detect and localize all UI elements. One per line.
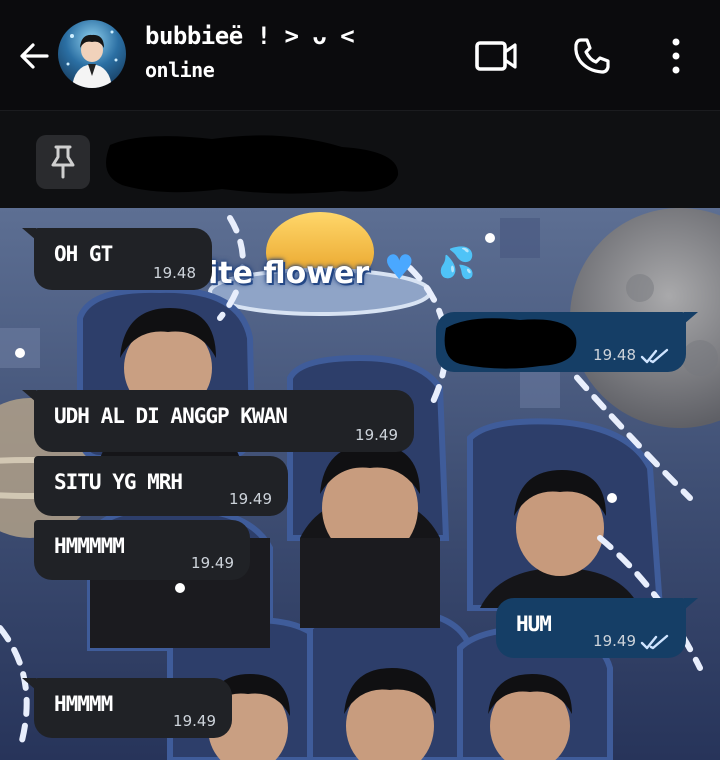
message-bubble-incoming[interactable]: OH GT 19.48: [22, 228, 212, 290]
message-text: HMMMMM: [54, 534, 125, 558]
message-bubble-incoming[interactable]: UDH AL DI ANGGP KWAN 19.49: [22, 390, 414, 452]
message-text: HUM: [516, 612, 552, 636]
pin-icon: [51, 145, 75, 179]
message-bubble-outgoing[interactable]: HUM 19.49: [496, 598, 698, 658]
message-bubble-incoming[interactable]: HMMMM 19.49: [22, 678, 232, 738]
more-options-button[interactable]: [654, 34, 698, 78]
message-text: OH GT: [54, 242, 113, 266]
double-check-icon: [640, 634, 669, 650]
pinned-message-redacted: [106, 135, 399, 194]
bubble-tail: [22, 390, 36, 402]
message-bubble-incoming[interactable]: SITU YG MRH 19.49: [34, 456, 288, 516]
chat-header: bubbieë ! > ᴗ < online: [0, 0, 720, 110]
back-arrow-icon: [20, 43, 49, 69]
bubble-tail: [22, 228, 36, 240]
message-text: UDH AL DI ANGGP KWAN: [54, 404, 288, 428]
droplets-emoji: 💦: [438, 246, 476, 281]
double-check-icon: [640, 348, 669, 364]
avatar-image: [66, 30, 118, 88]
pin-button[interactable]: [36, 135, 90, 189]
message-time: 19.49: [191, 554, 234, 572]
bubble-tail: [684, 312, 698, 324]
message-time: 19.48: [153, 264, 196, 282]
bubble-tail: [22, 678, 36, 690]
message-time: 19.48: [593, 346, 636, 364]
message-bubble-outgoing[interactable]: 19.48: [436, 312, 698, 372]
wallpaper-caption: ite flower: [208, 256, 370, 291]
message-text: HMMMM: [54, 692, 113, 716]
avatar[interactable]: [58, 20, 126, 88]
message-text: SITU YG MRH: [54, 470, 183, 494]
message-time: 19.49: [355, 426, 398, 444]
message-time: 19.49: [173, 712, 216, 730]
phone-icon: [574, 38, 610, 74]
message-time: 19.49: [593, 632, 636, 650]
back-button[interactable]: [14, 36, 54, 76]
bubble-tail: [684, 598, 698, 610]
voice-call-button[interactable]: [570, 34, 614, 78]
heart-emoji: ♥: [384, 248, 415, 288]
message-time: 19.49: [229, 490, 272, 508]
more-vertical-icon: [672, 38, 680, 74]
contact-status: online: [145, 58, 215, 82]
contact-name[interactable]: bubbieë ! > ᴗ <: [145, 22, 355, 50]
message-bubble-incoming[interactable]: HMMMMM 19.49: [34, 520, 250, 580]
video-call-button[interactable]: [474, 34, 518, 78]
video-camera-icon: [475, 41, 517, 71]
pinned-message-bar[interactable]: [0, 110, 720, 209]
message-redacted: [444, 318, 577, 369]
